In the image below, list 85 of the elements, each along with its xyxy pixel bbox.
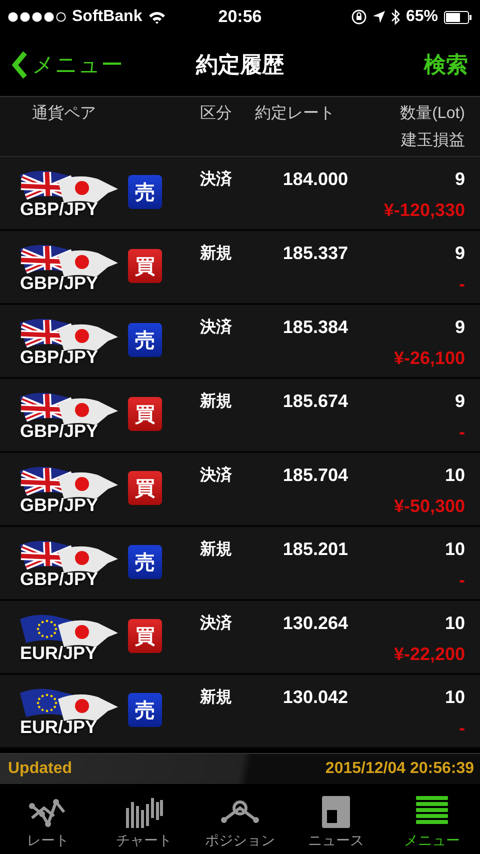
side-badge: 買 xyxy=(128,619,162,653)
trade-row[interactable]: GBP/JPY 買 決済 185.704 10 ¥-50,300 xyxy=(0,453,480,527)
currency-pair: GBP/JPY xyxy=(20,199,98,220)
profit-loss: - xyxy=(459,570,465,591)
trade-row[interactable]: GBP/JPY 売 決済 184.000 9 ¥-120,330 xyxy=(0,157,480,231)
currency-pair: GBP/JPY xyxy=(20,273,98,294)
lot-quantity: 10 xyxy=(444,687,465,708)
battery-percent: 65% xyxy=(406,8,438,26)
currency-pair: GBP/JPY xyxy=(20,495,98,516)
lot-quantity: 10 xyxy=(444,539,465,560)
tab-item[interactable]: ニュース xyxy=(288,784,384,854)
trade-row[interactable]: EUR/JPY 売 新規 130.042 10 - xyxy=(0,675,480,749)
trade-rate: 130.042 xyxy=(282,687,348,709)
wifi-icon xyxy=(148,10,166,24)
rotation-lock-icon xyxy=(350,9,367,25)
trade-type: 決済 xyxy=(200,465,233,486)
trade-type: 決済 xyxy=(200,169,233,190)
column-header: 数量(Lot) xyxy=(400,104,465,124)
carrier-name: SoftBank xyxy=(72,8,142,26)
column-header: 通貨ペア xyxy=(31,104,97,124)
side-badge: 売 xyxy=(128,693,162,727)
side-badge: 買 xyxy=(128,249,162,283)
trade-row[interactable]: GBP/JPY 売 新規 185.201 10 - xyxy=(0,527,480,601)
trade-type: 新規 xyxy=(200,539,233,560)
back-chevron-icon xyxy=(12,50,28,80)
trade-rate: 185.337 xyxy=(282,243,348,265)
line-graph-icon xyxy=(28,796,68,828)
battery-icon xyxy=(444,10,472,24)
bluetooth-icon xyxy=(390,9,400,25)
tab-item[interactable]: メニュー xyxy=(384,784,480,854)
currency-pair: EUR/JPY xyxy=(20,717,98,738)
lot-quantity: 9 xyxy=(454,391,465,412)
trade-type: 新規 xyxy=(200,243,233,264)
updated-timestamp: 2015/12/04 20:56:39 xyxy=(325,760,474,778)
trade-type: 決済 xyxy=(200,317,233,338)
trade-type: 決済 xyxy=(200,613,233,634)
trade-type: 新規 xyxy=(200,391,233,412)
candlestick-chart-icon xyxy=(124,796,164,828)
trade-rate: 185.201 xyxy=(282,539,348,561)
trade-type: 新規 xyxy=(200,687,233,708)
tab-item[interactable]: チャート xyxy=(96,784,192,854)
location-icon xyxy=(372,11,385,23)
currency-pair: GBP/JPY xyxy=(20,569,98,590)
tab-item[interactable]: レート xyxy=(0,784,96,854)
side-badge: 売 xyxy=(128,175,162,209)
updated-label: Updated xyxy=(8,760,72,778)
clock-time: 20:56 xyxy=(218,7,262,27)
lot-quantity: 10 xyxy=(444,613,465,634)
back-button[interactable]: メニュー xyxy=(12,50,123,80)
trade-rate: 185.384 xyxy=(282,317,348,339)
signal-icon xyxy=(8,12,66,22)
trade-row[interactable]: GBP/JPY 買 新規 185.337 9 - xyxy=(0,231,480,305)
trade-row[interactable]: EUR/JPY 買 決済 130.264 10 ¥-22,200 xyxy=(0,601,480,675)
tab-item[interactable]: ポジション xyxy=(192,784,288,854)
lot-quantity: 9 xyxy=(454,169,465,190)
side-badge: 買 xyxy=(128,471,162,505)
trade-rate: 185.674 xyxy=(282,391,348,413)
trade-rate: 130.264 xyxy=(282,613,348,635)
screen-title: 約定履歴 xyxy=(196,51,284,79)
column-header: 区分 xyxy=(200,104,233,124)
trade-rate: 184.000 xyxy=(282,169,348,191)
trade-rate: 185.704 xyxy=(282,465,348,487)
trade-row[interactable]: GBP/JPY 売 決済 185.384 9 ¥-26,100 xyxy=(0,305,480,379)
profit-loss: - xyxy=(459,718,465,739)
lot-quantity: 10 xyxy=(444,465,465,486)
side-badge: 売 xyxy=(128,323,162,357)
side-badge: 売 xyxy=(128,545,162,579)
column-header: 約定レート xyxy=(255,104,336,124)
currency-pair: EUR/JPY xyxy=(20,643,98,664)
currency-pair: GBP/JPY xyxy=(20,347,98,368)
search-button[interactable]: 検索 xyxy=(424,50,468,80)
profit-loss: ¥-50,300 xyxy=(394,496,465,517)
profit-loss: - xyxy=(459,422,465,443)
menu-icon xyxy=(416,796,448,824)
currency-pair: GBP/JPY xyxy=(20,421,98,442)
side-badge: 買 xyxy=(128,397,162,431)
profit-loss: - xyxy=(459,274,465,295)
profit-loss: ¥-120,330 xyxy=(384,200,465,221)
profit-loss: ¥-26,100 xyxy=(394,348,465,369)
newspaper-icon xyxy=(322,796,350,828)
lot-quantity: 9 xyxy=(454,317,465,338)
profit-loss: ¥-22,200 xyxy=(394,644,465,665)
lot-quantity: 9 xyxy=(454,243,465,264)
column-header: 建玉損益 xyxy=(401,130,465,151)
trade-row[interactable]: GBP/JPY 買 新規 185.674 9 - xyxy=(0,379,480,453)
